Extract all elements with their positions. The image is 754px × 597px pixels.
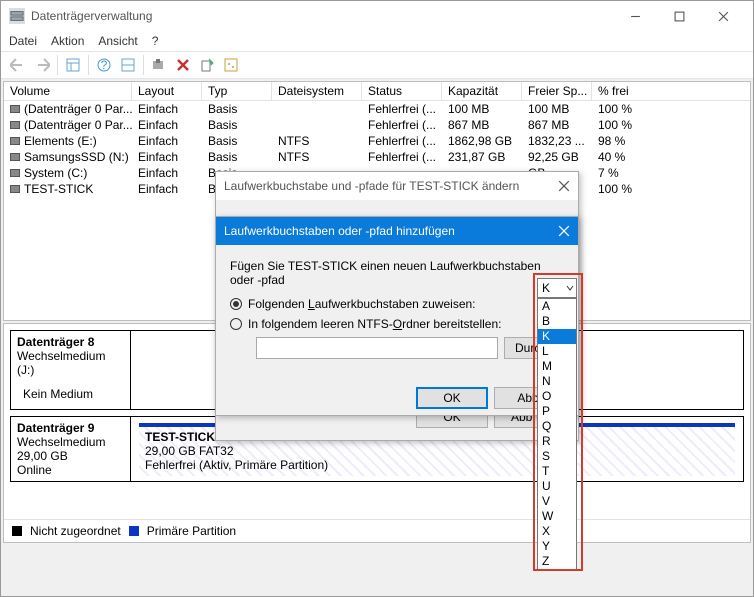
- settings-button[interactable]: [148, 54, 170, 76]
- col-dateisystem[interactable]: Dateisystem: [272, 82, 362, 100]
- drive-letter-option[interactable]: R: [538, 434, 576, 449]
- menu-datei[interactable]: Datei: [9, 34, 37, 48]
- menu-help[interactable]: ?: [152, 34, 159, 48]
- drive-letter-option[interactable]: L: [538, 344, 576, 359]
- legend-unallocated: Nicht zugeordnet: [30, 524, 121, 538]
- drive-letter-option[interactable]: V: [538, 494, 576, 509]
- menubar: Datei Aktion Ansicht ?: [1, 31, 753, 51]
- drive-letter-option[interactable]: P: [538, 404, 576, 419]
- radio-assign-letter[interactable]: [230, 298, 242, 310]
- dialog1-title: Laufwerkbuchstabe und -pfade für TEST-ST…: [224, 179, 558, 193]
- col-kapazitaet[interactable]: Kapazität: [442, 82, 522, 100]
- refresh-button[interactable]: [117, 54, 139, 76]
- nav-back-button[interactable]: [7, 54, 29, 76]
- drive-letter-option[interactable]: S: [538, 449, 576, 464]
- drive-letter-list[interactable]: ABKLMNOPQRSTUVWXYZ: [537, 298, 577, 570]
- chevron-down-icon: [566, 284, 574, 292]
- part-line3: Fehlerfrei (Aktiv, Primäre Partition): [145, 458, 729, 472]
- delete-button[interactable]: [172, 54, 194, 76]
- col-typ[interactable]: Typ: [202, 82, 272, 100]
- disk-8-info: Datenträger 8 Wechselmedium (J:) Kein Me…: [11, 331, 131, 409]
- col-status[interactable]: Status: [362, 82, 442, 100]
- mount-path-input[interactable]: [256, 337, 498, 359]
- table-row[interactable]: Elements (E:)EinfachBasisNTFSFehlerfrei …: [4, 133, 750, 149]
- table-row[interactable]: (Datenträger 0 Par...EinfachBasisFehlerf…: [4, 101, 750, 117]
- dialog2-close-icon[interactable]: [558, 225, 570, 237]
- dialog2-title: Laufwerkbuchstaben oder -pfad hinzufügen: [224, 224, 558, 238]
- disk-9-info: Datenträger 9 Wechselmedium 29,00 GB Onl…: [11, 417, 131, 481]
- nav-forward-button[interactable]: [31, 54, 53, 76]
- disk-9-sub: Wechselmedium: [17, 435, 124, 449]
- radio-assign-letter-row[interactable]: Folgenden Laufwerkbuchstaben zuweisen:: [230, 297, 564, 311]
- add-drive-letter-dialog: Laufwerkbuchstaben oder -pfad hinzufügen…: [215, 216, 579, 416]
- table-row[interactable]: (Datenträger 0 Par...EinfachBasisFehlerf…: [4, 117, 750, 133]
- menu-aktion[interactable]: Aktion: [51, 34, 84, 48]
- disk-8-empty: Kein Medium: [17, 387, 124, 405]
- dialog2-titlebar: Laufwerkbuchstaben oder -pfad hinzufügen: [216, 217, 578, 245]
- drive-letter-option[interactable]: B: [538, 314, 576, 329]
- drive-letter-option[interactable]: K: [538, 329, 576, 344]
- window-title: Datenträgerverwaltung: [31, 9, 613, 23]
- col-volume[interactable]: Volume: [4, 82, 132, 100]
- part-line2: 29,00 GB FAT32: [145, 444, 729, 458]
- drive-letter-option[interactable]: Q: [538, 419, 576, 434]
- volume-header: Volume Layout Typ Dateisystem Status Kap…: [4, 82, 750, 101]
- disk-9-size: 29,00 GB: [17, 449, 124, 463]
- radio-mount-folder-row[interactable]: In folgendem leeren NTFS-Ordner bereitst…: [230, 317, 564, 331]
- table-row[interactable]: SamsungsSSD (N:)EinfachBasisNTFSFehlerfr…: [4, 149, 750, 165]
- svg-text:?: ?: [101, 58, 108, 72]
- drive-letter-option[interactable]: M: [538, 359, 576, 374]
- drive-letter-option[interactable]: U: [538, 479, 576, 494]
- drive-letter-selected: K: [542, 281, 550, 295]
- disk-8-name: Datenträger 8: [17, 335, 124, 349]
- radio-mount-folder[interactable]: [230, 318, 242, 330]
- dialog1-close-icon[interactable]: [558, 180, 570, 192]
- properties-button[interactable]: [220, 54, 242, 76]
- drive-letter-option[interactable]: W: [538, 509, 576, 524]
- disk-8-sub: Wechselmedium (J:): [17, 349, 124, 377]
- drive-letter-option[interactable]: O: [538, 389, 576, 404]
- dialog1-titlebar: Laufwerkbuchstabe und -pfade für TEST-ST…: [216, 172, 578, 200]
- close-button[interactable]: [701, 2, 745, 30]
- col-layout[interactable]: Layout: [132, 82, 202, 100]
- drive-letter-option[interactable]: A: [538, 299, 576, 314]
- drive-letter-option[interactable]: N: [538, 374, 576, 389]
- drive-letter-option[interactable]: T: [538, 464, 576, 479]
- dialog2-prompt: Fügen Sie TEST-STICK einen neuen Laufwer…: [230, 259, 564, 287]
- minimize-button[interactable]: [613, 2, 657, 30]
- toolbar: ?: [1, 51, 753, 79]
- help-button[interactable]: ?: [93, 54, 115, 76]
- drive-letter-option[interactable]: X: [538, 524, 576, 539]
- maximize-button[interactable]: [657, 2, 701, 30]
- disk-9-state: Online: [17, 463, 124, 477]
- drive-letter-option[interactable]: Z: [538, 554, 576, 569]
- app-icon: [9, 8, 25, 24]
- col-freier[interactable]: Freier Sp...: [522, 82, 592, 100]
- drive-letter-option[interactable]: Y: [538, 539, 576, 554]
- titlebar: Datenträgerverwaltung: [1, 1, 753, 31]
- action-button[interactable]: [196, 54, 218, 76]
- drive-letter-dropdown[interactable]: K: [537, 278, 577, 298]
- menu-ansicht[interactable]: Ansicht: [98, 34, 137, 48]
- legend-primary: Primäre Partition: [147, 524, 236, 538]
- dialog2-ok-button[interactable]: OK: [416, 387, 488, 409]
- col-pct[interactable]: % frei: [592, 82, 750, 100]
- view-button[interactable]: [62, 54, 84, 76]
- legend: Nicht zugeordnet Primäre Partition: [4, 519, 750, 542]
- disk-9-name: Datenträger 9: [17, 421, 124, 435]
